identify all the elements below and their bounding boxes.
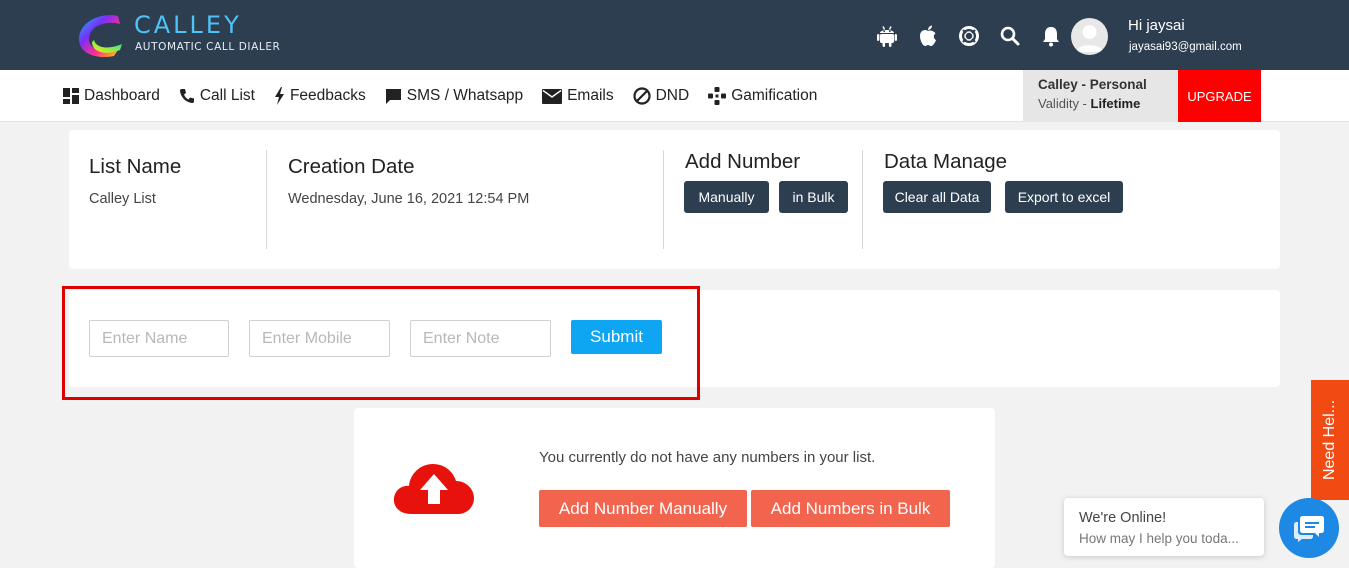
add-manually-button[interactable]: Manually — [684, 181, 769, 213]
nav-item-dashboard[interactable]: Dashboard — [63, 87, 160, 105]
divider — [266, 150, 267, 249]
logo-title: CALLEY — [134, 11, 242, 39]
clear-all-data-button[interactable]: Clear all Data — [883, 181, 991, 213]
ban-icon — [633, 87, 651, 105]
calley-logo[interactable]: CALLEY AUTOMATIC CALL DIALER — [74, 10, 284, 62]
add-in-bulk-button[interactable]: in Bulk — [779, 181, 848, 213]
user-greeting[interactable]: Hi jaysai — [1128, 17, 1185, 34]
nav-label-dnd: DND — [655, 87, 690, 104]
list-name-value: Calley List — [89, 191, 156, 207]
avatar[interactable] — [1071, 18, 1108, 55]
add-numbers-in-bulk-button[interactable]: Add Numbers in Bulk — [751, 490, 950, 527]
export-to-excel-button[interactable]: Export to excel — [1005, 181, 1123, 213]
nav-label-gamification: Gamification — [731, 87, 818, 104]
nav-item-sms-whatsapp[interactable]: SMS / Whatsapp — [385, 87, 523, 105]
support-icon[interactable] — [958, 25, 980, 47]
calley-logo-mark — [78, 15, 122, 58]
validity-label: Validity - — [1038, 96, 1091, 111]
search-icon[interactable] — [999, 25, 1021, 47]
chat-bubbles-icon — [1294, 516, 1324, 542]
top-header: CALLEY AUTOMATIC CALL DIALER Hi jaysai j… — [0, 0, 1349, 70]
chat-launcher-button[interactable] — [1279, 498, 1339, 558]
nav-item-dnd[interactable]: DND — [633, 87, 690, 105]
phone-icon — [179, 89, 194, 104]
submit-button[interactable]: Submit — [571, 320, 662, 354]
main-nav: Dashboard Call List Feedbacks SMS / What… — [63, 70, 836, 122]
header-icons — [876, 24, 1062, 48]
cloud-upload-icon — [393, 464, 474, 514]
nav-item-emails[interactable]: Emails — [542, 87, 614, 105]
name-input[interactable] — [89, 320, 229, 357]
add-number-title: Add Number — [685, 150, 801, 173]
chat-title: We're Online! — [1079, 510, 1167, 526]
main-nav-bar: Dashboard Call List Feedbacks SMS / What… — [0, 70, 1349, 122]
divider — [663, 150, 664, 249]
nav-label-sms-whatsapp: SMS / Whatsapp — [406, 87, 524, 104]
upgrade-button[interactable]: UPGRADE — [1178, 70, 1261, 122]
divider — [862, 150, 863, 249]
logo-subtitle: AUTOMATIC CALL DIALER — [135, 41, 281, 53]
note-input[interactable] — [410, 320, 551, 357]
android-icon[interactable] — [876, 25, 898, 47]
need-help-tab[interactable]: Need Hel... — [1311, 380, 1349, 500]
gamepad-icon — [708, 87, 727, 105]
chat-subtitle: How may I help you toda... — [1079, 531, 1239, 546]
mobile-input[interactable] — [249, 320, 390, 357]
data-manage-title: Data Manage — [884, 150, 1008, 173]
validity-value: Lifetime — [1090, 96, 1141, 111]
need-help-label: Need Hel... — [1321, 399, 1338, 481]
list-name-title: List Name — [89, 155, 182, 178]
bell-icon[interactable] — [1040, 25, 1062, 47]
plan-validity: Validity - Lifetime — [1038, 96, 1178, 111]
creation-date-title: Creation Date — [288, 155, 415, 178]
chat-greeting-bubble[interactable]: We're Online! How may I help you toda... — [1064, 498, 1264, 556]
plan-info: Calley - Personal Validity - Lifetime — [1023, 70, 1178, 122]
creation-date-value: Wednesday, June 16, 2021 12:54 PM — [288, 191, 530, 207]
empty-state-message: You currently do not have any numbers in… — [539, 449, 876, 466]
dashboard-icon — [63, 88, 79, 104]
plan-name: Calley - Personal — [1038, 77, 1147, 92]
nav-label-call-list: Call List — [199, 87, 255, 104]
add-number-manually-button[interactable]: Add Number Manually — [539, 490, 747, 527]
nav-item-call-list[interactable]: Call List — [179, 87, 255, 105]
nav-label-feedbacks: Feedbacks — [289, 87, 366, 104]
nav-item-feedbacks[interactable]: Feedbacks — [274, 87, 366, 105]
nav-item-gamification[interactable]: Gamification — [708, 87, 817, 105]
bolt-icon — [274, 87, 284, 105]
nav-label-emails: Emails — [567, 87, 614, 104]
envelope-icon — [542, 88, 563, 104]
apple-icon[interactable] — [917, 25, 939, 47]
user-email: jayasai93@gmail.com — [1129, 41, 1242, 53]
chat-icon — [385, 89, 401, 104]
nav-label-dashboard: Dashboard — [84, 87, 160, 104]
